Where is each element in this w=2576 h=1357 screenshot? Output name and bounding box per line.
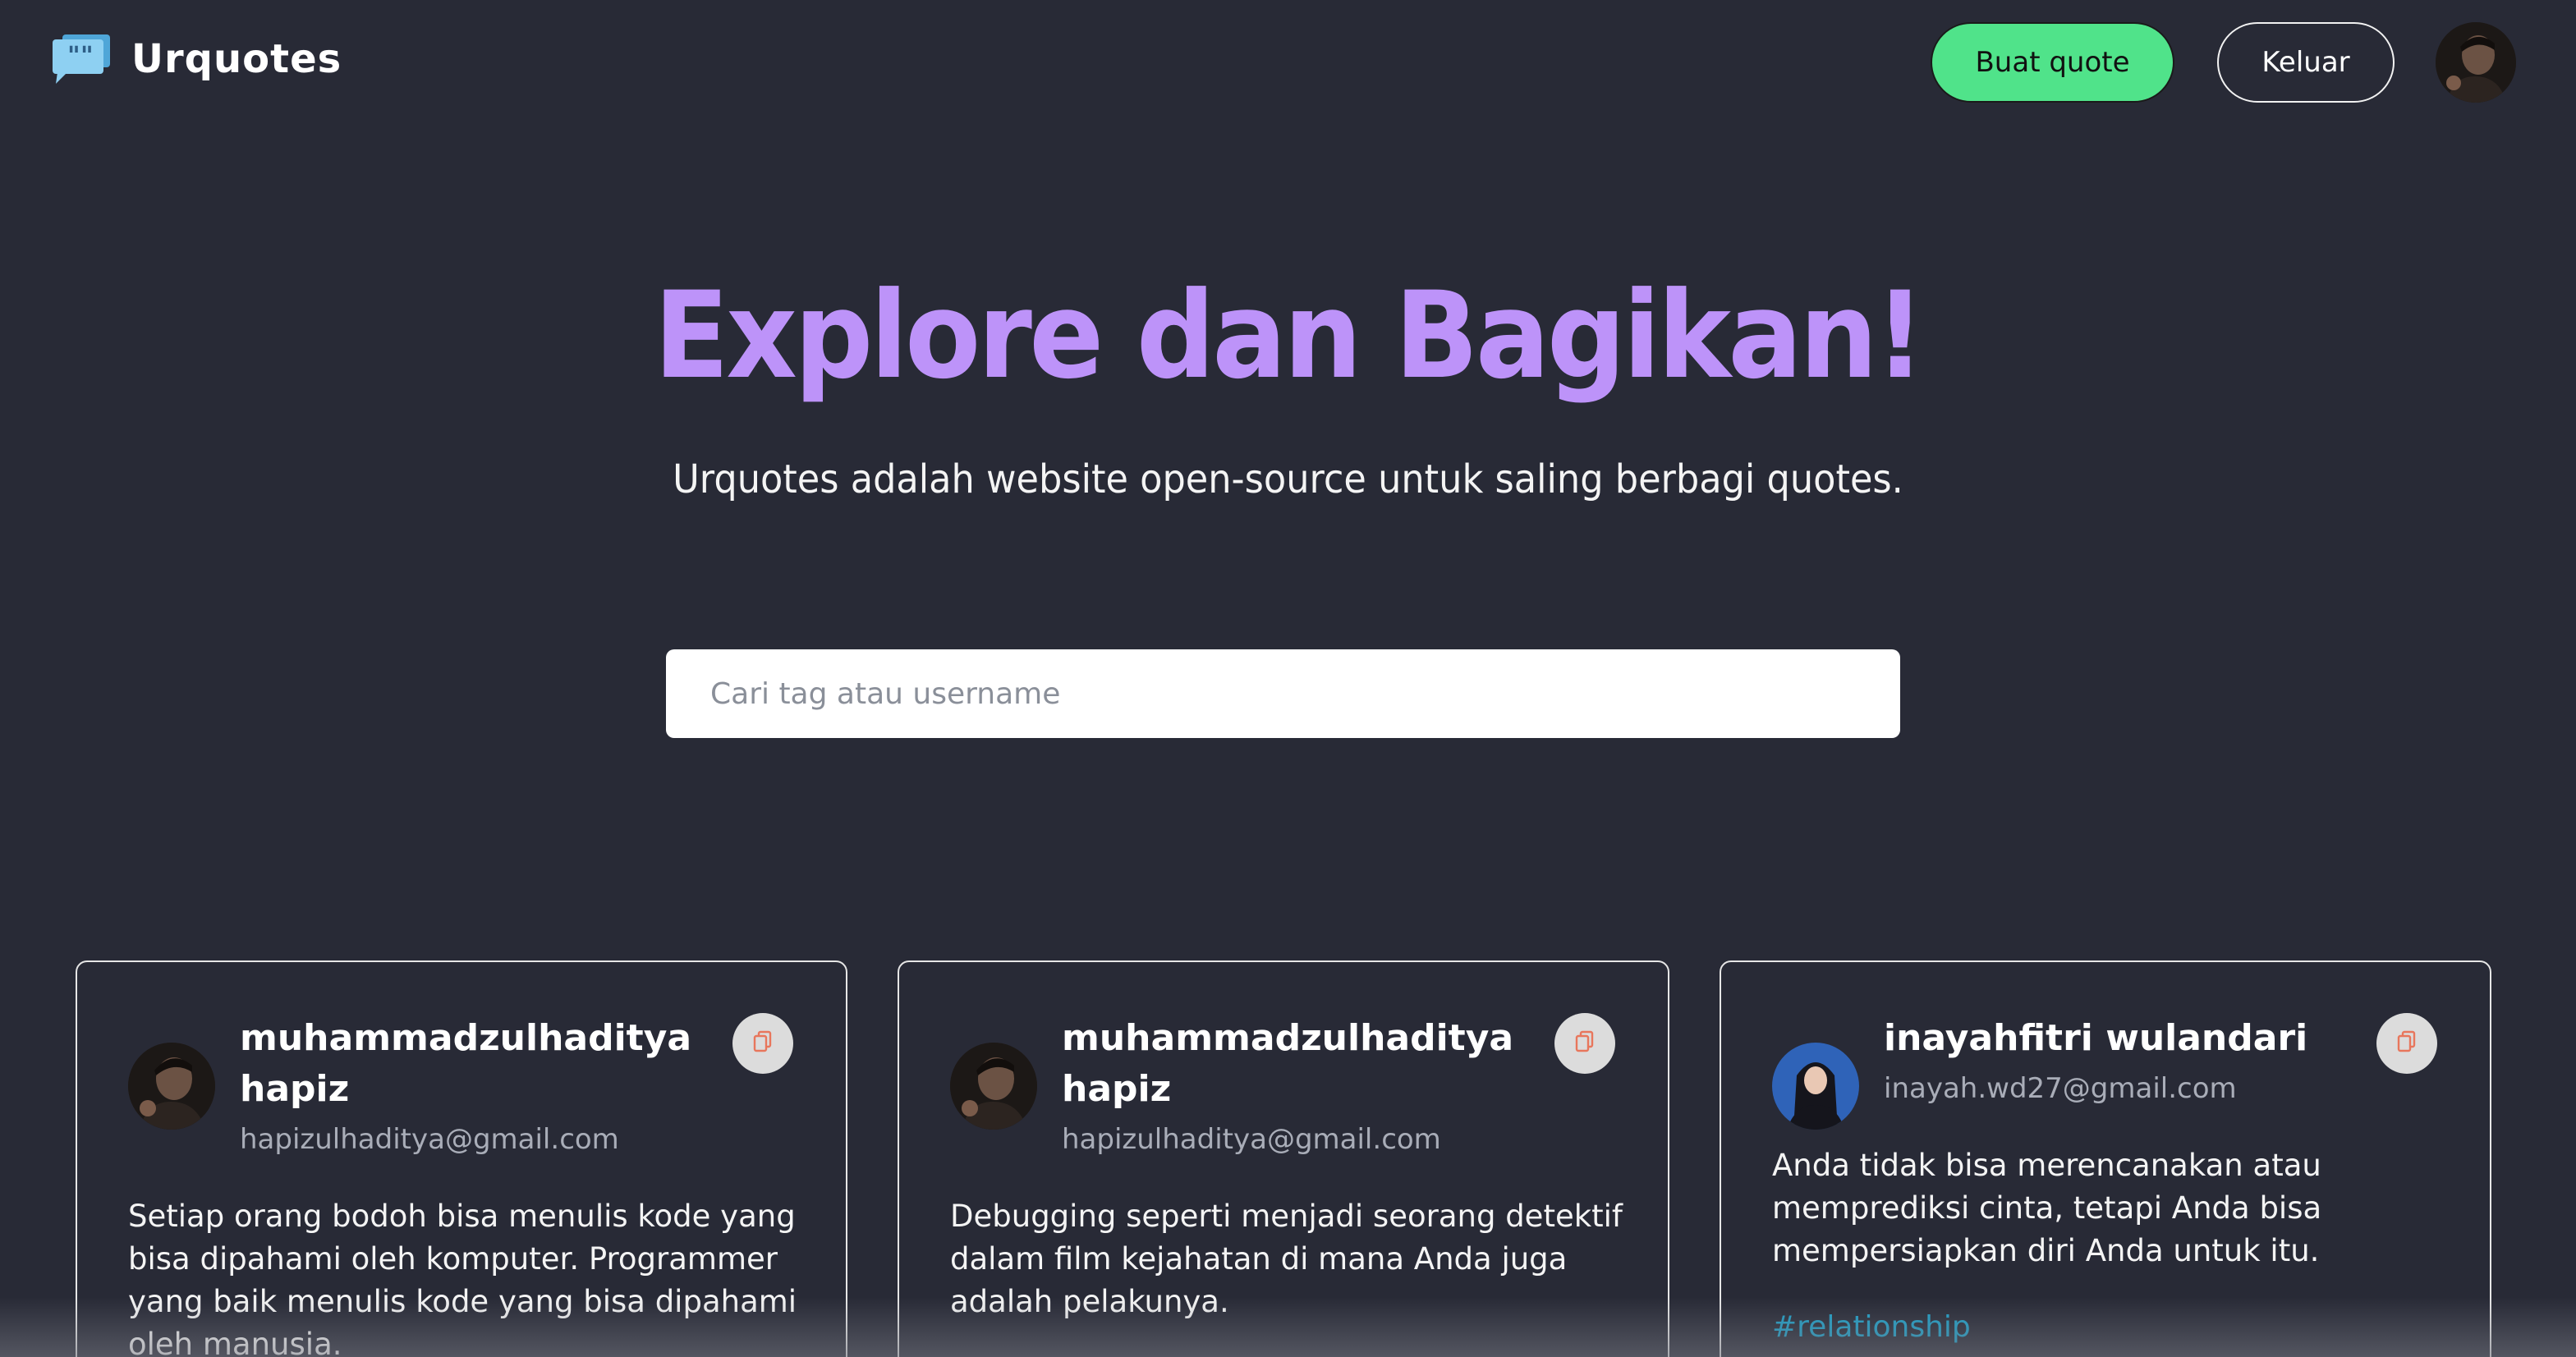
quote-tag[interactable]: #relationship — [1772, 1310, 1971, 1344]
hero-title: Explore dan Bagikan! — [654, 266, 1925, 406]
author-name[interactable]: muhammadzulhaditya hapiz — [1062, 1013, 1522, 1115]
quote-text: Debugging seperti menjadi seorang detekt… — [950, 1199, 1623, 1319]
brand[interactable]: " " Urquotes — [51, 33, 342, 85]
copy-button[interactable] — [732, 1013, 793, 1074]
copy-icon — [1574, 1030, 1596, 1057]
avatar[interactable] — [128, 1043, 215, 1130]
copy-icon — [752, 1030, 774, 1057]
quote-text: Setiap orang bodoh bisa menulis kode yan… — [128, 1199, 797, 1357]
copy-icon — [2396, 1030, 2418, 1057]
quote-text: Anda tidak bisa merencanakan atau mempre… — [1772, 1148, 2322, 1268]
author-name[interactable]: inayahfitri wulandari — [1884, 1013, 2344, 1064]
quote-card: muhammadzulhaditya hapiz hapizulhaditya@… — [898, 960, 1669, 1357]
author-email: inayah.wd27@gmail.com — [1884, 1072, 2237, 1105]
avatar[interactable] — [950, 1043, 1037, 1130]
page: " " Urquotes Buat quote Keluar Explore d… — [0, 0, 2576, 1357]
hero-subtitle: Urquotes adalah website open-source untu… — [673, 456, 1903, 502]
quote-card: inayahfitri wulandari inayah.wd27@gmail.… — [1720, 960, 2491, 1357]
copy-button[interactable] — [2376, 1013, 2437, 1074]
svg-text:": " — [80, 42, 94, 71]
create-quote-button[interactable]: Buat quote — [1931, 22, 2174, 103]
avatar[interactable] — [1772, 1043, 1859, 1130]
search-input[interactable] — [666, 649, 1900, 738]
quote-card: muhammadzulhaditya hapiz hapizulhaditya@… — [76, 960, 847, 1357]
app-name: Urquotes — [131, 36, 342, 82]
logout-button[interactable]: Keluar — [2217, 22, 2395, 103]
quote-bubble-icon: " " — [51, 33, 112, 85]
author-email: hapizulhaditya@gmail.com — [240, 1123, 619, 1156]
avatar[interactable] — [2436, 22, 2516, 103]
author-email: hapizulhaditya@gmail.com — [1062, 1123, 1441, 1156]
copy-button[interactable] — [1554, 1013, 1615, 1074]
author-name[interactable]: muhammadzulhaditya hapiz — [240, 1013, 700, 1115]
svg-text:": " — [67, 42, 80, 71]
